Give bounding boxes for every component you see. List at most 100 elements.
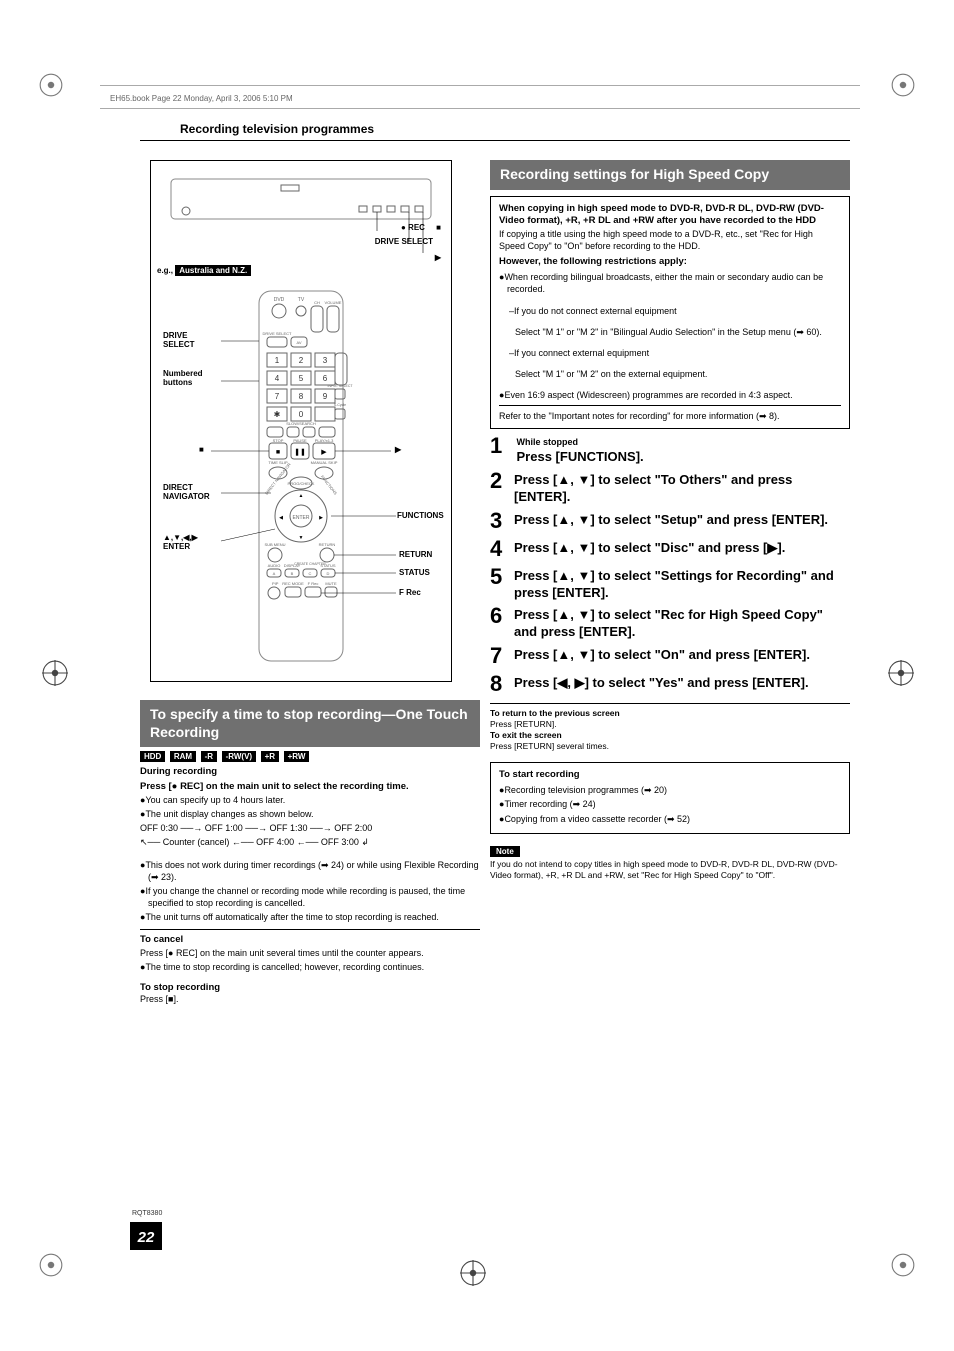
page-number: 22 xyxy=(130,1222,162,1250)
format-badges: HDD RAM -R -RW(V) +R +RW xyxy=(140,751,480,762)
section-title: Recording television programmes xyxy=(180,122,374,136)
svg-text:▲: ▲ xyxy=(299,493,304,499)
registration-mark-icon xyxy=(888,660,914,686)
registration-mark-icon xyxy=(38,72,64,98)
svg-text:AUDIO: AUDIO xyxy=(268,563,281,568)
high-speed-copy-info: When copying in high speed mode to DVD-R… xyxy=(490,196,850,430)
page: EH65.book Page 22 Monday, April 3, 2006 … xyxy=(0,0,954,1351)
to-stop-body: Press [■]. xyxy=(140,993,480,1005)
start-b3: ●Copying from a video cassette recorder … xyxy=(499,813,841,825)
svg-text:STATUS: STATUS xyxy=(320,563,336,568)
svg-text:STOP: STOP xyxy=(273,438,284,443)
svg-text:9: 9 xyxy=(323,392,328,401)
svg-text:D: D xyxy=(327,571,330,576)
svg-text:A: A xyxy=(273,571,276,576)
to-cancel-text: Press [● REC] on the main unit several t… xyxy=(140,947,480,959)
header-rule xyxy=(100,85,860,109)
step-7: 7Press [▲, ▼] to select "On" and press [… xyxy=(490,643,850,669)
note-text: If you do not intend to copy titles in h… xyxy=(490,859,850,881)
left-body: ●You can specify up to 4 hours later. ●T… xyxy=(140,794,480,923)
svg-text:1: 1 xyxy=(275,356,280,365)
info-b1a2: Select "M 1" or "M 2" in "Bilingual Audi… xyxy=(499,326,841,338)
start-heading: To start recording xyxy=(499,769,841,782)
press-rec-instruction: Press [● REC] on the main unit to select… xyxy=(140,781,480,792)
left-b3: ●This does not work during timer recordi… xyxy=(140,859,480,883)
step-1: 1 While stopped Press [FUNCTIONS]. xyxy=(490,433,850,466)
label-rec-top: ● REC xyxy=(401,223,441,232)
start-b2: ●Timer recording (➡ 24) xyxy=(499,798,841,810)
svg-text:▶: ▶ xyxy=(319,515,323,521)
svg-text:TV: TV xyxy=(298,297,305,303)
timeline-2: ↖── Counter (cancel) ←── OFF 4:00 ←── OF… xyxy=(140,836,480,848)
info-l1: When copying in high speed mode to DVD-R… xyxy=(499,203,841,229)
left-column: DVD TV CH VOLUME DRIVE SELECT AV 1 2 3 xyxy=(140,160,480,1005)
badge-plusr: +R xyxy=(261,751,279,762)
info-l3: However, the following restrictions appl… xyxy=(499,256,841,269)
svg-text:S-Cycle: S-Cycle xyxy=(334,403,346,407)
svg-text:8: 8 xyxy=(299,392,304,401)
info-l2: If copying a title using the high speed … xyxy=(499,228,841,252)
svg-text:▶: ▶ xyxy=(321,449,327,456)
left-b4: ●If you change the channel or recording … xyxy=(140,885,480,909)
svg-text:0: 0 xyxy=(299,410,304,419)
step-4: 4Press [▲, ▼] to select "Disc" and press… xyxy=(490,536,850,562)
info-b1: ●When recording bilingual broadcasts, ei… xyxy=(499,271,841,295)
svg-text:RETURN: RETURN xyxy=(319,542,336,547)
svg-text:INPUT SELECT: INPUT SELECT xyxy=(327,384,353,388)
label-return: RETURN xyxy=(399,550,432,559)
to-start-recording-box: To start recording ●Recording television… xyxy=(490,762,850,833)
label-drive-select-top: DRIVE SELECT xyxy=(373,237,433,246)
badge-r: -R xyxy=(201,751,217,762)
badge-hdd: HDD xyxy=(140,751,165,762)
step-5: 5Press [▲, ▼] to select "Settings for Re… xyxy=(490,564,850,602)
step-2: 2Press [▲, ▼] to select "To Others" and … xyxy=(490,468,850,506)
registration-mark-icon xyxy=(890,72,916,98)
svg-text:F Rec: F Rec xyxy=(308,581,319,586)
right-column: Recording settings for High Speed Copy W… xyxy=(490,160,850,881)
to-stop-heading: To stop recording xyxy=(140,982,480,993)
badge-ram: RAM xyxy=(170,751,196,762)
rqt-code: RQT8380 xyxy=(132,1210,162,1217)
svg-text:■: ■ xyxy=(276,449,280,456)
right-section-bar: Recording settings for High Speed Copy xyxy=(490,160,850,190)
svg-text:SLOW/SEARCH: SLOW/SEARCH xyxy=(286,421,316,426)
label-functions: FUNCTIONS xyxy=(397,511,444,520)
left-b5: ●The unit turns off automatically after … xyxy=(140,911,480,923)
info-b1a: –If you do not connect external equipmen… xyxy=(499,305,841,317)
svg-text:REC MODE: REC MODE xyxy=(282,581,304,586)
label-status: STATUS xyxy=(399,568,430,577)
svg-text:PLAY/x1.3: PLAY/x1.3 xyxy=(315,438,334,443)
svg-text:✱: ✱ xyxy=(274,410,281,419)
svg-text:FUNCTIONS: FUNCTIONS xyxy=(320,474,339,496)
svg-text:CH: CH xyxy=(314,300,320,305)
label-direct-nav: DIRECT NAVIGATOR xyxy=(163,483,223,501)
svg-text:PIP: PIP xyxy=(272,581,279,586)
svg-text:DVD: DVD xyxy=(274,297,285,303)
info-b1b: –If you connect external equipment xyxy=(499,347,841,359)
remote-diagram: DVD TV CH VOLUME DRIVE SELECT AV 1 2 3 xyxy=(150,160,452,682)
title-rule xyxy=(140,140,850,141)
info-b1b2: Select "M 1" or "M 2" on the external eq… xyxy=(499,368,841,380)
to-cancel-bullet: ●The time to stop recording is cancelled… xyxy=(140,961,480,973)
svg-text:SUB MENU: SUB MENU xyxy=(264,542,285,547)
to-cancel-body: Press [● REC] on the main unit several t… xyxy=(140,947,480,973)
registration-mark-icon xyxy=(42,660,68,686)
registration-mark-icon xyxy=(890,1252,916,1278)
svg-text:◀: ◀ xyxy=(279,515,283,521)
svg-text:C: C xyxy=(309,571,312,576)
svg-text:PAUSE: PAUSE xyxy=(293,438,307,443)
svg-text:MUTE: MUTE xyxy=(325,581,337,586)
to-cancel-heading: To cancel xyxy=(140,934,480,945)
left-b2: ●The unit display changes as shown below… xyxy=(140,808,480,820)
svg-text:VOLUME: VOLUME xyxy=(325,300,342,305)
svg-text:▼: ▼ xyxy=(299,535,304,541)
info-l4: Refer to the "Important notes for record… xyxy=(499,410,841,422)
label-stop-left: ■ xyxy=(199,445,204,454)
svg-text:DRIVE SELECT: DRIVE SELECT xyxy=(263,331,292,336)
svg-text:❚❚: ❚❚ xyxy=(294,448,306,456)
step-8: 8Press [◀, ▶] to select "Yes" and press … xyxy=(490,671,850,697)
label-drive-select-left: DRIVE SELECT xyxy=(163,331,218,349)
divider-right xyxy=(490,703,850,704)
svg-text:5: 5 xyxy=(299,374,304,383)
step-6: 6Press [▲, ▼] to select "Rec for High Sp… xyxy=(490,603,850,641)
